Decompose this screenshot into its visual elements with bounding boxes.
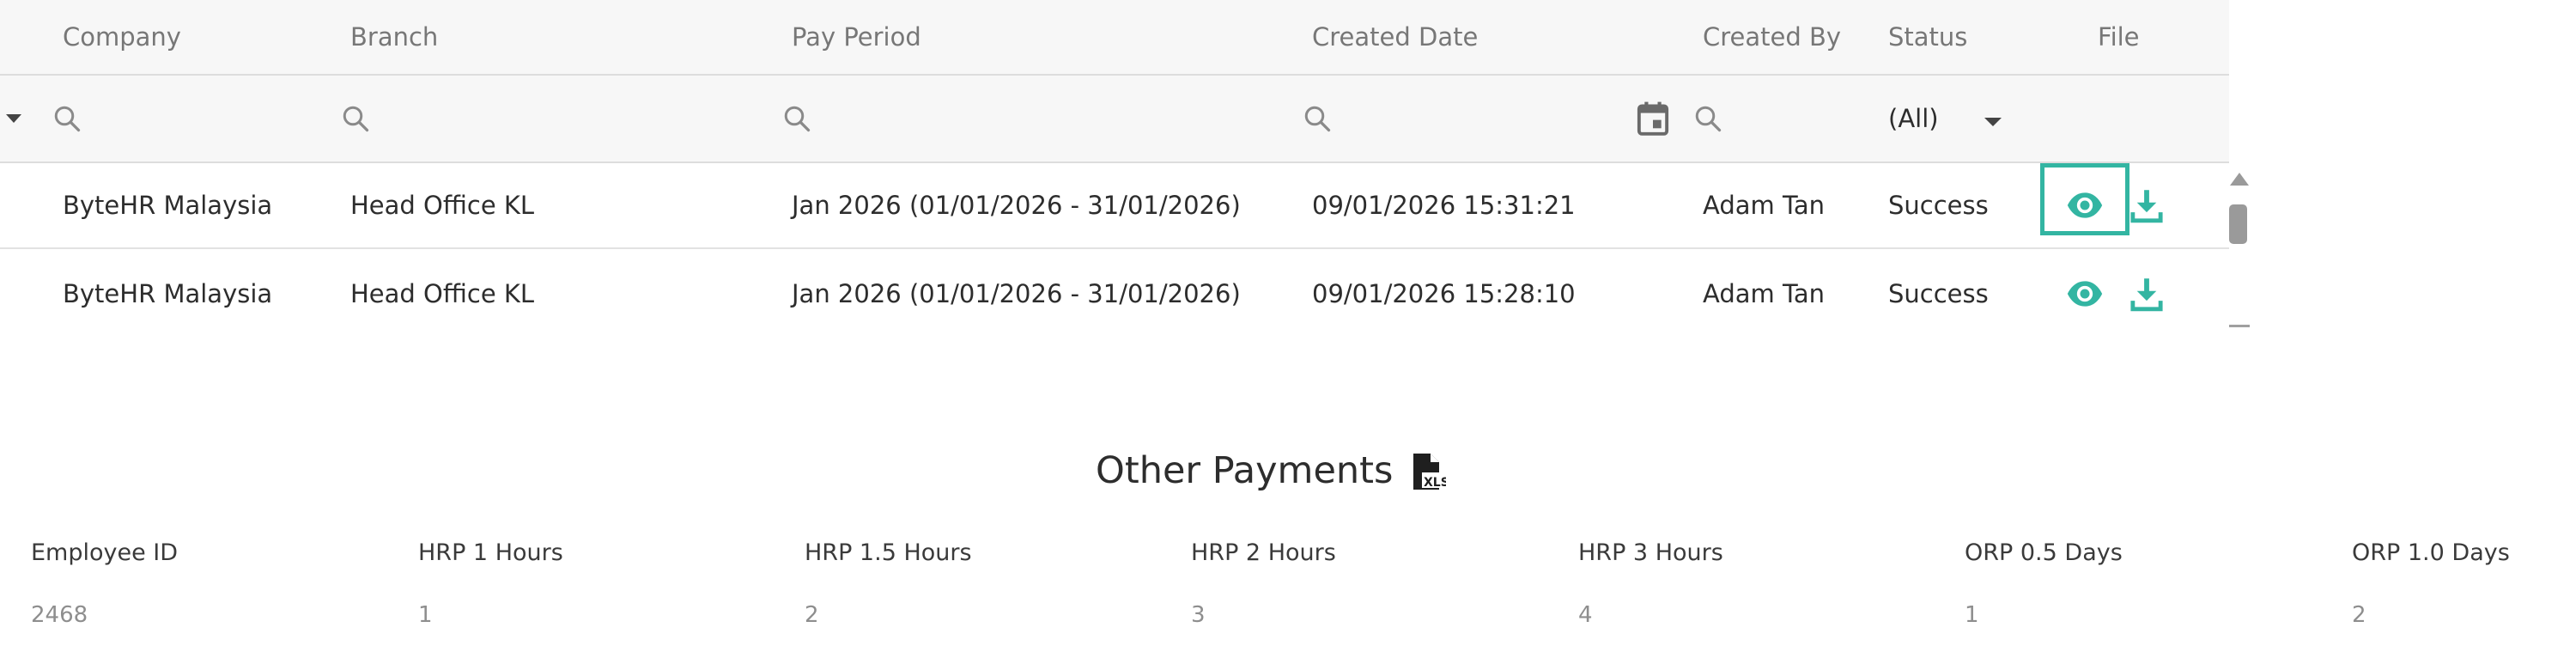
column-header-created-by[interactable]: Created By [1703,0,1841,74]
column-header-orp-1-0-days: ORP 1.0 Days [2352,539,2510,566]
eye-icon[interactable] [2066,163,2104,247]
column-header-orp-0-5-days: ORP 0.5 Days [1965,539,2123,566]
column-header-status[interactable]: Status [1888,0,1967,74]
cell-created-by: Adam Tan [1703,191,1826,220]
cell-hrp-1-hours: 1 [418,602,433,628]
status-filter-select[interactable]: (All) [1888,76,2002,161]
cell-pay-period: Jan 2026 (01/01/2026 - 31/01/2026) [792,191,1241,220]
cell-employee-id: 2468 [31,602,88,628]
search-icon[interactable] [1302,76,1333,161]
grid-filter-row: (All) [0,76,2229,163]
cell-orp-0-5-days: 1 [1965,602,1979,628]
cell-branch: Head Office KL [350,279,535,308]
calendar-icon[interactable] [1636,76,1670,161]
column-header-employee-id: Employee ID [31,539,179,566]
download-icon[interactable] [2129,163,2164,247]
column-header-hrp-2-hours: HRP 2 Hours [1191,539,1336,566]
cell-hrp-1-5-hours: 2 [805,602,819,628]
scrollbar-thumb[interactable] [2229,204,2247,244]
status-filter-value: (All) [1888,104,1939,133]
column-header-company[interactable]: Company [63,0,181,74]
search-icon[interactable] [781,76,812,161]
search-icon[interactable] [52,76,82,161]
caret-down-icon[interactable] [1984,104,2002,133]
search-icon[interactable] [340,76,371,161]
eye-icon[interactable] [2066,251,2104,337]
cell-orp-1-0-days: 2 [2352,602,2366,628]
caret-down-icon[interactable] [5,76,22,161]
cell-hrp-2-hours: 3 [1191,602,1206,628]
section-title-other-payments: Other Payments [1096,449,1394,492]
xls-file-icon[interactable]: XLS [1408,452,1449,495]
cell-company: ByteHR Malaysia [63,279,273,308]
grid-header-row: Company Branch Pay Period Created Date C… [0,0,2229,76]
column-header-created-date[interactable]: Created Date [1312,0,1478,74]
column-header-hrp-3-hours: HRP 3 Hours [1578,539,1723,566]
column-header-hrp-1-hours: HRP 1 Hours [418,539,563,566]
cell-hrp-3-hours: 4 [1578,602,1593,628]
scroll-up-arrow-icon[interactable] [2228,170,2251,191]
column-header-file[interactable]: File [2098,0,2140,74]
cell-pay-period: Jan 2026 (01/01/2026 - 31/01/2026) [792,279,1241,308]
search-icon[interactable] [1692,76,1723,161]
payroll-export-grid: Company Branch Pay Period Created Date C… [0,0,2250,344]
cell-branch: Head Office KL [350,191,535,220]
cell-status: Success [1888,279,1989,308]
cell-created-by: Adam Tan [1703,279,1826,308]
cell-created-date: 09/01/2026 15:28:10 [1312,279,1576,308]
download-icon[interactable] [2129,251,2164,337]
column-header-hrp-1-5-hours: HRP 1.5 Hours [805,539,972,566]
scrollbar-track-end [2229,325,2250,327]
svg-text:XLS: XLS [1424,476,1446,490]
cell-company: ByteHR Malaysia [63,191,273,220]
table-row[interactable]: ByteHR Malaysia Head Office KL Jan 2026 … [0,163,2229,249]
cell-status: Success [1888,191,1989,220]
cell-created-date: 09/01/2026 15:31:21 [1312,191,1576,220]
table-row[interactable]: ByteHR Malaysia Head Office KL Jan 2026 … [0,251,2229,337]
column-header-pay-period[interactable]: Pay Period [792,0,921,74]
column-header-branch[interactable]: Branch [350,0,438,74]
